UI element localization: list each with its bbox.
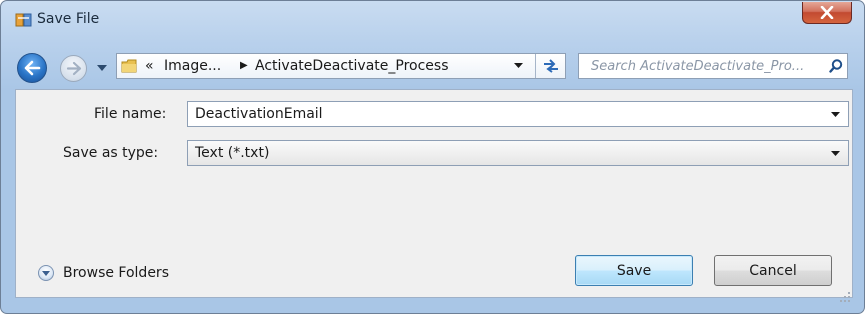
back-button[interactable] — [17, 53, 47, 83]
save-as-type-label: Save as type: — [63, 145, 159, 161]
expand-chevron-icon[interactable] — [38, 265, 54, 281]
browse-folders-toggle[interactable]: Browse Folders — [63, 265, 169, 281]
file-name-value[interactable]: DeactivationEmail — [195, 106, 323, 122]
breadcrumb-separator-icon[interactable]: ▶ — [240, 60, 248, 71]
address-dropdown-icon[interactable] — [514, 63, 523, 68]
search-icon[interactable] — [829, 59, 843, 73]
forward-arrow-icon — [66, 61, 82, 76]
chevron-down-icon — [42, 271, 50, 276]
history-dropdown-icon[interactable] — [97, 65, 107, 71]
breadcrumb-segment-images[interactable]: Image... — [164, 58, 221, 74]
app-icon — [15, 13, 32, 27]
folder-icon — [121, 59, 137, 73]
address-bar[interactable]: « Image... ▶ ActivateDeactivate_Process — [116, 53, 566, 79]
refresh-button[interactable] — [535, 54, 567, 78]
file-name-input[interactable]: DeactivationEmail — [187, 101, 849, 127]
back-arrow-icon — [24, 60, 41, 76]
breadcrumb-segment-current[interactable]: ActivateDeactivate_Process — [255, 58, 449, 74]
cancel-button[interactable]: Cancel — [714, 255, 832, 286]
close-button[interactable] — [802, 2, 852, 24]
chevron-down-icon[interactable] — [831, 112, 840, 117]
window-title: Save File — [37, 11, 100, 27]
save-file-dialog: Save File « Image... ▶ ActivateDeactivat… — [0, 0, 865, 314]
save-button[interactable]: Save — [575, 255, 693, 286]
chevron-down-icon[interactable] — [831, 151, 840, 156]
refresh-icon — [544, 59, 558, 73]
file-name-label: File name: — [94, 106, 167, 122]
search-box[interactable]: Search ActivateDeactivate_Pro... — [578, 53, 848, 79]
breadcrumb-overflow-icon[interactable]: « — [145, 58, 154, 74]
resize-grip-icon[interactable] — [839, 291, 851, 303]
save-as-type-value: Text (*.txt) — [195, 145, 270, 161]
save-as-type-select[interactable]: Text (*.txt) — [187, 140, 849, 166]
title-bar[interactable]: Save File — [1, 1, 864, 37]
close-icon — [820, 6, 834, 19]
forward-button[interactable] — [60, 55, 87, 82]
search-input[interactable]: Search ActivateDeactivate_Pro... — [591, 59, 804, 74]
